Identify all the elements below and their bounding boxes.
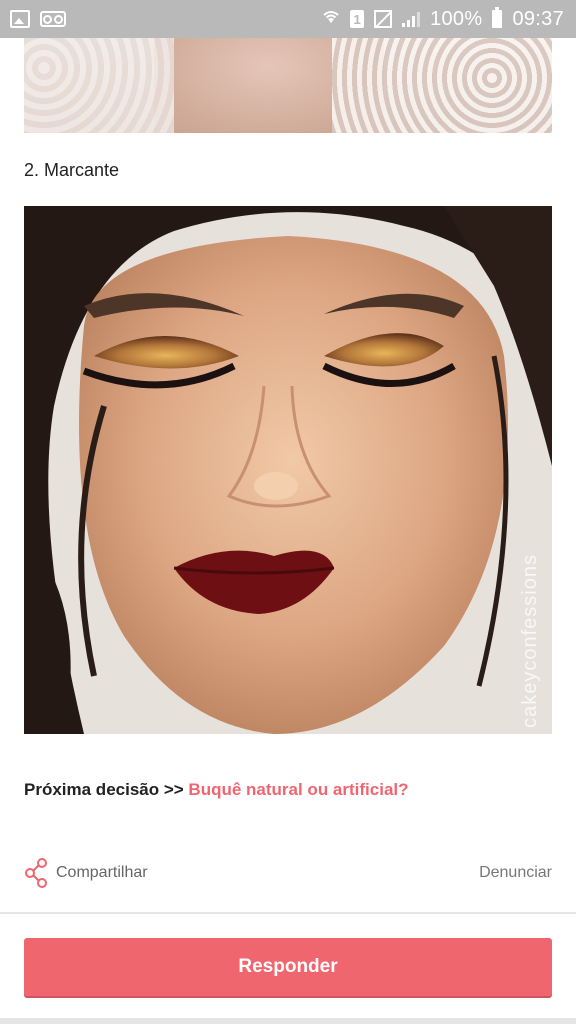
share-label: Compartilhar [56, 864, 148, 881]
photo-lace-right [332, 38, 552, 133]
makeup-illustration [24, 206, 552, 734]
battery-percent: 100% [430, 7, 483, 30]
photo-lace-left [24, 38, 174, 133]
share-icon [25, 858, 47, 888]
photo-watermark: cakeyconfessions [519, 554, 541, 728]
share-button[interactable]: Compartilhar [24, 858, 148, 888]
status-bar: 1 100% 09:37 [0, 0, 576, 38]
divider [0, 912, 576, 914]
battery-icon [492, 7, 503, 28]
wifi-icon [322, 8, 340, 31]
report-link[interactable]: Denunciar [479, 864, 552, 882]
share-row: Compartilhar Denunciar [24, 856, 552, 890]
status-left [10, 10, 66, 28]
status-right: 1 100% 09:37 [322, 7, 564, 31]
clock: 09:37 [512, 7, 564, 30]
respond-button[interactable]: Responder [24, 938, 552, 996]
makeup-photo[interactable]: cakeyconfessions [24, 206, 552, 734]
gallery-notification-icon [10, 10, 30, 28]
next-decision-prefix: Próxima decisão >> [24, 780, 189, 799]
next-decision: Próxima decisão >> Buquê natural ou arti… [24, 780, 409, 800]
bottom-edge [0, 1018, 576, 1024]
next-decision-link[interactable]: Buquê natural ou artificial? [188, 780, 408, 799]
voicemail-icon [40, 11, 66, 27]
sim-icon: 1 [350, 10, 365, 28]
item-title: 2. Marcante [24, 160, 120, 180]
signal-icon [402, 11, 421, 27]
no-sim-icon [374, 10, 393, 28]
previous-photo[interactable] [24, 38, 552, 133]
